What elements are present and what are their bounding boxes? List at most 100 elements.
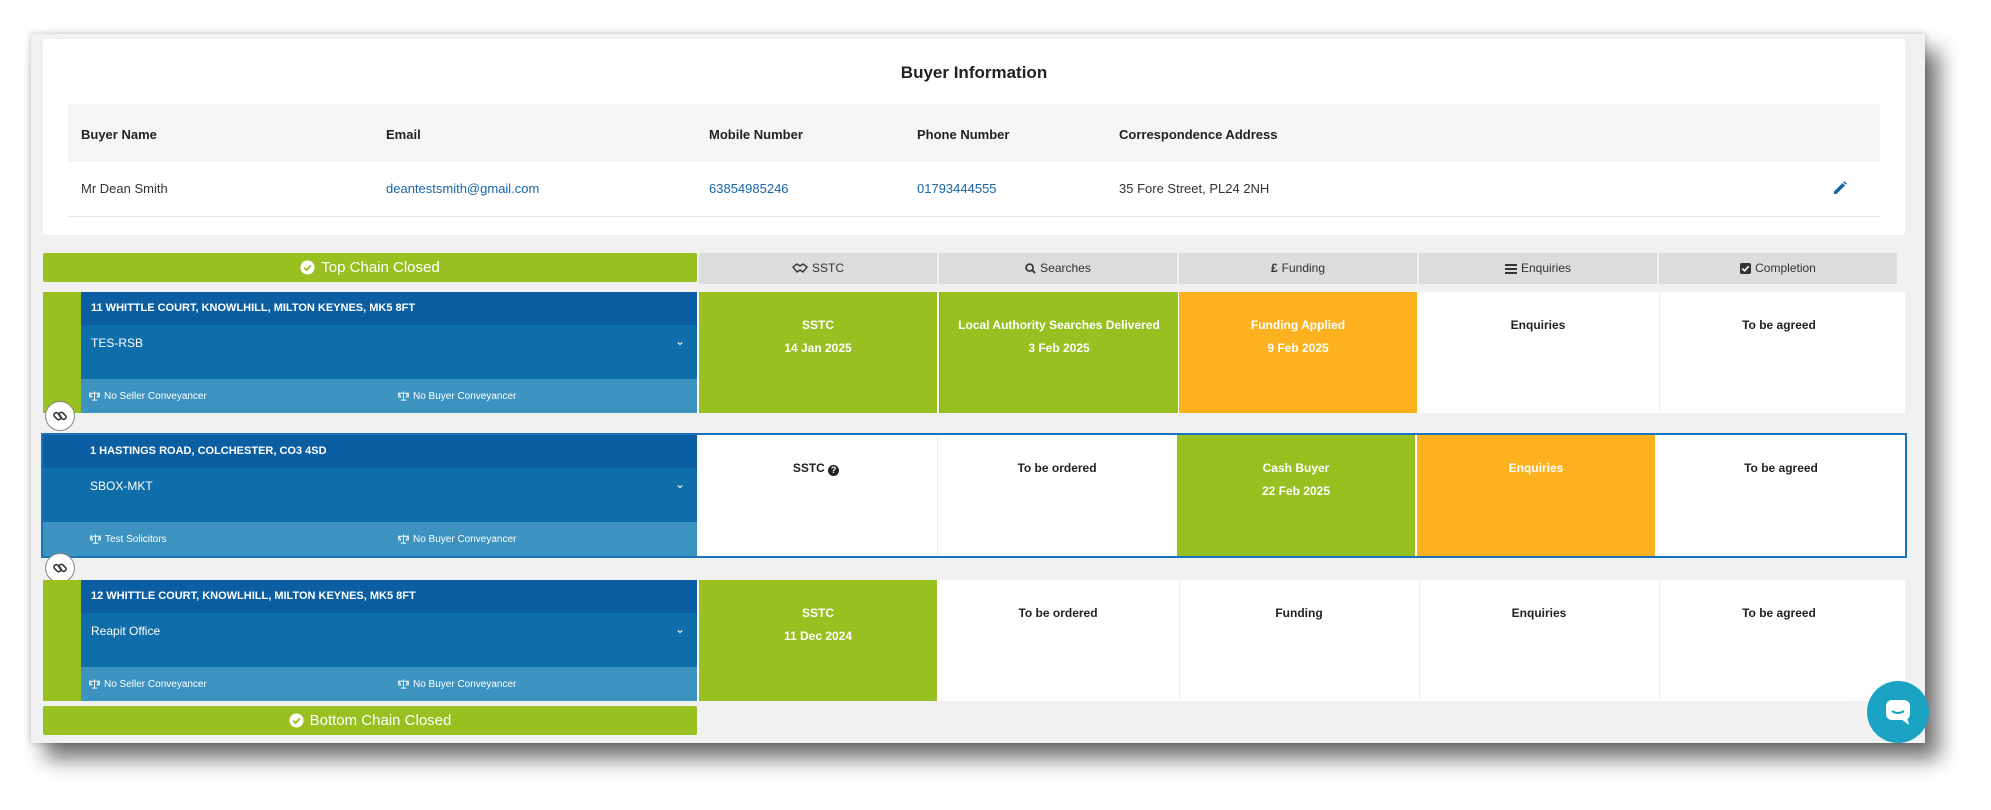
chevron-down-icon[interactable]: ⌄ [675, 334, 685, 348]
property-office: TES-RSB [91, 336, 144, 350]
top-chain-label: Top Chain Closed [321, 259, 440, 276]
stage-title: Enquiries [1508, 461, 1564, 475]
stage-title: To be agreed [1742, 606, 1816, 620]
stage-title: Local Authority Searches Delivered [958, 318, 1160, 332]
scales-icon [397, 534, 410, 544]
bottom-chain-closed-banner: Bottom Chain Closed [43, 706, 697, 735]
check-circle-icon [300, 260, 315, 275]
stage-funding[interactable]: Funding Applied 9 Feb 2025 [1179, 292, 1417, 413]
link-icon[interactable] [45, 401, 75, 431]
chain-property-row[interactable]: 11 WHITTLE COURT, KNOWLHILL, MILTON KEYN… [43, 292, 1905, 413]
chain-property-row[interactable]: 12 WHITTLE COURT, KNOWLHILL, MILTON KEYN… [43, 580, 1905, 701]
scales-icon [88, 391, 101, 401]
chat-button[interactable] [1867, 681, 1929, 743]
col-email: Email [386, 127, 421, 142]
top-chain-closed-banner: Top Chain Closed [43, 253, 697, 282]
stage-header-label: Enquiries [1520, 261, 1572, 275]
stage-funding[interactable]: Cash Buyer 22 Feb 2025 [1177, 435, 1415, 556]
property-address[interactable]: 11 WHITTLE COURT, KNOWLHILL, MILTON KEYN… [81, 292, 697, 325]
buyer-email-link[interactable]: deantestsmith@gmail.com [386, 181, 539, 196]
stage-sstc[interactable]: SSTC 11 Dec 2024 [699, 580, 937, 701]
property-info: 11 WHITTLE COURT, KNOWLHILL, MILTON KEYN… [81, 292, 697, 413]
scales-icon [397, 391, 410, 401]
stage-date: 11 Dec 2024 [783, 629, 853, 643]
bottom-chain-label: Bottom Chain Closed [309, 712, 452, 729]
list-icon [1504, 264, 1517, 274]
stage-header-enquiries: Enquiries [1419, 253, 1657, 284]
stage-date: 9 Feb 2025 [1267, 341, 1329, 355]
buyer-address: 35 Fore Street, PL24 2NH [1119, 181, 1270, 196]
handshake-icon [791, 263, 808, 273]
stage-title: SSTC [801, 606, 834, 620]
stage-searches[interactable]: To be ordered [937, 435, 1176, 556]
conveyancer-bar: No Seller Conveyancer No Buyer Conveyanc… [81, 379, 697, 413]
stage-title: Enquiries [1511, 606, 1567, 620]
stage-title: Funding Applied [1250, 318, 1346, 332]
question-circle-icon[interactable]: ? [828, 465, 840, 476]
col-address: Correspondence Address [1119, 127, 1278, 142]
link-icon[interactable] [45, 553, 75, 583]
checkbox-icon [1740, 263, 1752, 274]
pound-icon: £ [1270, 261, 1278, 275]
property-address[interactable]: 12 WHITTLE COURT, KNOWLHILL, MILTON KEYN… [81, 580, 697, 613]
col-mobile: Mobile Number [709, 127, 803, 142]
stage-title: SSTC ? [697, 461, 935, 476]
chevron-down-icon[interactable]: ⌄ [675, 477, 685, 491]
scales-icon [397, 679, 410, 689]
stage-header-label: Funding [1281, 261, 1326, 275]
stage-enquiries[interactable]: Enquiries [1417, 435, 1655, 556]
buyer-info-card: Buyer Information Buyer Name Email Mobil… [43, 39, 1905, 235]
buyer-row: Mr Dean Smith deantestsmith@gmail.com 63… [68, 162, 1880, 217]
scales-icon [89, 534, 102, 544]
stage-funding[interactable]: Funding [1179, 580, 1418, 701]
stage-title: To be agreed [1744, 461, 1818, 475]
buyer-conveyancer: No Buyer Conveyancer [397, 391, 516, 402]
stage-completion[interactable]: To be agreed [1659, 580, 1898, 701]
buyer-phone-link[interactable]: 01793444555 [917, 181, 997, 196]
stage-header-funding: £ Funding [1179, 253, 1417, 284]
chevron-down-icon[interactable]: ⌄ [675, 622, 685, 636]
property-office: SBOX-MKT [90, 479, 153, 493]
seller-conveyancer: No Seller Conveyancer [88, 391, 207, 402]
property-address[interactable]: 1 HASTINGS ROAD, COLCHESTER, CO3 4SD [43, 435, 697, 468]
stage-header-label: SSTC [811, 261, 844, 275]
stage-title: SSTC [801, 318, 834, 332]
stage-searches[interactable]: To be ordered [939, 580, 1177, 701]
conveyancer-bar: No Seller Conveyancer No Buyer Conveyanc… [81, 667, 697, 701]
stage-header-label: Completion [1755, 261, 1816, 275]
stage-title: To be ordered [1017, 461, 1097, 475]
stage-completion[interactable]: To be agreed [1657, 435, 1905, 556]
stage-enquiries[interactable]: Enquiries [1419, 580, 1658, 701]
property-info: 12 WHITTLE COURT, KNOWLHILL, MILTON KEYN… [81, 580, 697, 701]
seller-conveyancer: No Seller Conveyancer [88, 679, 207, 690]
buyer-table-header: Buyer Name Email Mobile Number Phone Num… [68, 104, 1880, 162]
stage-header-searches: Searches [939, 253, 1177, 284]
stage-searches[interactable]: Local Authority Searches Delivered 3 Feb … [939, 292, 1178, 413]
status-accent [43, 292, 81, 413]
buyer-name: Mr Dean Smith [81, 181, 168, 196]
property-office: Reapit Office [91, 624, 161, 638]
chat-icon [1886, 700, 1910, 725]
stage-header-completion: Completion [1659, 253, 1897, 284]
chain-property-row[interactable]: 1 HASTINGS ROAD, COLCHESTER, CO3 4SD SBO… [41, 433, 1907, 558]
buyer-mobile-link[interactable]: 63854985246 [709, 181, 789, 196]
stage-sstc[interactable]: SSTC 14 Jan 2025 [699, 292, 937, 413]
stage-date: 22 Feb 2025 [1261, 484, 1331, 498]
stage-enquiries[interactable]: Enquiries [1419, 292, 1657, 413]
buyer-info-title: Buyer Information [900, 63, 1048, 82]
status-accent [43, 580, 81, 701]
pencil-icon[interactable] [1832, 180, 1850, 198]
stage-sstc[interactable]: SSTC ? [697, 435, 935, 556]
stage-header-label: Searches [1040, 261, 1091, 275]
col-buyer-name: Buyer Name [81, 127, 157, 142]
check-circle-icon [289, 713, 304, 728]
seller-conveyancer: Test Solicitors [89, 534, 167, 545]
stage-date: 3 Feb 2025 [1028, 341, 1090, 355]
stage-completion[interactable]: To be agreed [1659, 292, 1898, 413]
page-frame: Buyer Information Buyer Name Email Mobil… [31, 34, 1925, 743]
stage-date: 14 Jan 2025 [784, 341, 852, 355]
col-phone: Phone Number [917, 127, 1010, 142]
stage-header-sstc: SSTC [699, 253, 937, 284]
stage-title: Cash Buyer [1262, 461, 1330, 475]
property-info: 1 HASTINGS ROAD, COLCHESTER, CO3 4SD SBO… [43, 435, 697, 556]
